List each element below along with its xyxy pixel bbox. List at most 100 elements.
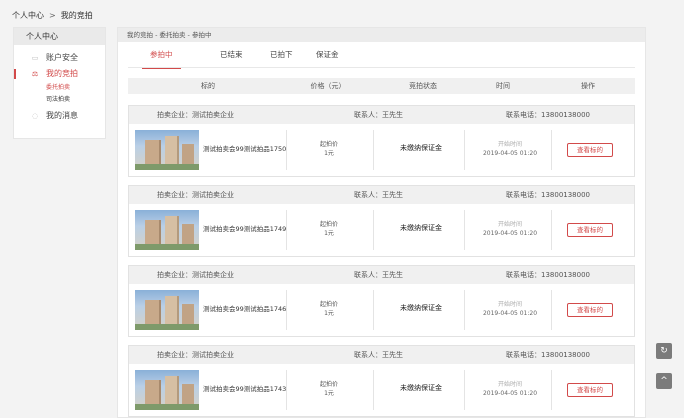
price-value: 1元	[324, 150, 334, 157]
divider	[551, 210, 552, 250]
card-company: 拍卖企业：测试拍卖企业	[157, 191, 234, 199]
price-value: 1元	[324, 390, 334, 397]
main-panel: 我的竞拍 - 委托拍卖 - 参拍中 参拍中 已结束 已拍下 保证金 标的 价格（…	[117, 27, 646, 418]
card-contact: 联系人：王先生	[354, 351, 403, 359]
sidebar-item-my-auction[interactable]: ⚖ 我的竞拍	[14, 66, 105, 82]
message-icon: ◌	[31, 112, 39, 120]
price-label: 起拍价	[319, 381, 338, 388]
time-label: 开始时间	[497, 141, 522, 148]
item-name[interactable]: 测试拍卖会99测试拍品1749	[203, 223, 286, 233]
card-body: 测试拍卖会99测试拍品1750 起拍价 1元 未缴纳保证金 开始时间 2019-…	[129, 124, 634, 176]
item-name[interactable]: 测试拍卖会99测试拍品1746	[203, 303, 286, 313]
refresh-icon[interactable]: ↻	[656, 343, 672, 359]
price-label: 起拍价	[319, 221, 338, 228]
main-breadcrumb: 我的竞拍 - 委托拍卖 - 参拍中	[118, 28, 645, 42]
sidebar-subitem-entrusted[interactable]: 委托拍卖	[14, 82, 105, 94]
auction-status: 未缴纳保证金	[400, 144, 442, 152]
breadcrumb-separator: >	[49, 11, 56, 20]
time-cell: 开始时间 2019-04-05 01:20	[465, 300, 555, 318]
auction-status: 未缴纳保证金	[400, 224, 442, 232]
divider	[551, 290, 552, 330]
view-item-button[interactable]: 查看标的	[567, 383, 613, 397]
card-header: 拍卖企业：测试拍卖企业 联系人：王先生 联系电话：13800138000	[129, 106, 634, 124]
divider	[286, 130, 287, 170]
breadcrumb-home[interactable]: 个人中心	[12, 11, 44, 20]
tab-ended[interactable]: 已结束	[220, 42, 243, 68]
table-header: 标的 价格（元） 竞拍状态 时间 操作	[128, 78, 635, 94]
card-body: 测试拍卖会99测试拍品1746 起拍价 1元 未缴纳保证金 开始时间 2019-…	[129, 284, 634, 336]
card-header: 拍卖企业：测试拍卖企业 联系人：王先生 联系电话：13800138000	[129, 186, 634, 204]
price-value: 1元	[324, 310, 334, 317]
auction-card: 拍卖企业：测试拍卖企业 联系人：王先生 联系电话：13800138000 测试拍…	[128, 105, 635, 177]
auction-card: 拍卖企业：测试拍卖企业 联系人：王先生 联系电话：13800138000 测试拍…	[128, 185, 635, 257]
item-name[interactable]: 测试拍卖会99测试拍品1750	[203, 143, 286, 153]
column-header-action: 操作	[581, 82, 595, 90]
time-label: 开始时间	[497, 301, 522, 308]
tab-bar: 参拍中 已结束 已拍下 保证金	[128, 42, 635, 69]
price-label: 起拍价	[319, 301, 338, 308]
tab-won[interactable]: 已拍下	[270, 42, 293, 68]
time-cell: 开始时间 2019-04-05 01:20	[465, 140, 555, 158]
divider	[286, 370, 287, 410]
item-thumbnail[interactable]	[135, 210, 199, 250]
sidebar-title: 个人中心	[14, 28, 105, 45]
time-value: 2019-04-05 01:20	[482, 230, 538, 237]
auction-card: 拍卖企业：测试拍卖企业 联系人：王先生 联系电话：13800138000 测试拍…	[128, 265, 635, 337]
view-item-button[interactable]: 查看标的	[567, 303, 613, 317]
sidebar-item-messages[interactable]: ◌ 我的消息	[14, 108, 105, 124]
time-cell: 开始时间 2019-04-05 01:20	[465, 380, 555, 398]
view-item-button[interactable]: 查看标的	[567, 143, 613, 157]
price-label: 起拍价	[319, 141, 338, 148]
column-header-price: 价格（元）	[310, 82, 346, 90]
price-value: 1元	[324, 230, 334, 237]
item-thumbnail[interactable]	[135, 370, 199, 410]
view-item-button[interactable]: 查看标的	[567, 223, 613, 237]
card-company: 拍卖企业：测试拍卖企业	[157, 111, 234, 119]
tab-participating[interactable]: 参拍中	[142, 42, 180, 69]
divider	[286, 290, 287, 330]
divider	[373, 290, 374, 330]
time-cell: 开始时间 2019-04-05 01:20	[465, 220, 555, 238]
column-header-status: 竞拍状态	[409, 82, 437, 90]
column-header-item: 标的	[201, 82, 215, 90]
time-value: 2019-04-05 01:20	[482, 150, 538, 157]
sidebar-item-label: 我的竞拍	[46, 69, 78, 78]
divider	[373, 210, 374, 250]
sidebar-item-account-security[interactable]: ▭ 账户安全	[14, 50, 105, 66]
column-header-time: 时间	[496, 82, 510, 90]
card-icon: ▭	[31, 54, 39, 62]
card-contact: 联系人：王先生	[354, 191, 403, 199]
card-phone: 联系电话：13800138000	[506, 351, 590, 359]
sidebar-item-label: 账户安全	[46, 53, 78, 62]
card-body: 测试拍卖会99测试拍品1743 起拍价 1元 未缴纳保证金 开始时间 2019-…	[129, 364, 634, 416]
back-to-top-icon[interactable]: ^	[656, 373, 672, 389]
breadcrumb-current: 我的竞拍	[60, 11, 93, 20]
item-thumbnail[interactable]	[135, 130, 199, 170]
price-cell: 起拍价 1元	[309, 140, 349, 158]
time-label: 开始时间	[497, 221, 522, 228]
divider	[551, 130, 552, 170]
tab-deposit[interactable]: 保证金	[316, 42, 339, 68]
breadcrumb: 个人中心 > 我的竞拍	[12, 10, 93, 21]
price-cell: 起拍价 1元	[309, 220, 349, 238]
card-company: 拍卖企业：测试拍卖企业	[157, 271, 234, 279]
auction-icon: ⚖	[31, 70, 39, 78]
card-header: 拍卖企业：测试拍卖企业 联系人：王先生 联系电话：13800138000	[129, 266, 634, 284]
card-phone: 联系电话：13800138000	[506, 111, 590, 119]
sidebar-subitem-judicial[interactable]: 司法拍卖	[14, 94, 105, 106]
price-cell: 起拍价 1元	[309, 300, 349, 318]
auction-card: 拍卖企业：测试拍卖企业 联系人：王先生 联系电话：13800138000 测试拍…	[128, 345, 635, 417]
card-phone: 联系电话：13800138000	[506, 271, 590, 279]
divider	[551, 370, 552, 410]
divider	[373, 130, 374, 170]
card-contact: 联系人：王先生	[354, 271, 403, 279]
card-company: 拍卖企业：测试拍卖企业	[157, 351, 234, 359]
price-cell: 起拍价 1元	[309, 380, 349, 398]
item-thumbnail[interactable]	[135, 290, 199, 330]
item-name[interactable]: 测试拍卖会99测试拍品1743	[203, 383, 286, 393]
auction-status: 未缴纳保证金	[400, 384, 442, 392]
sidebar-item-label: 我的消息	[46, 111, 78, 120]
auction-status: 未缴纳保证金	[400, 304, 442, 312]
divider	[286, 210, 287, 250]
card-phone: 联系电话：13800138000	[506, 191, 590, 199]
